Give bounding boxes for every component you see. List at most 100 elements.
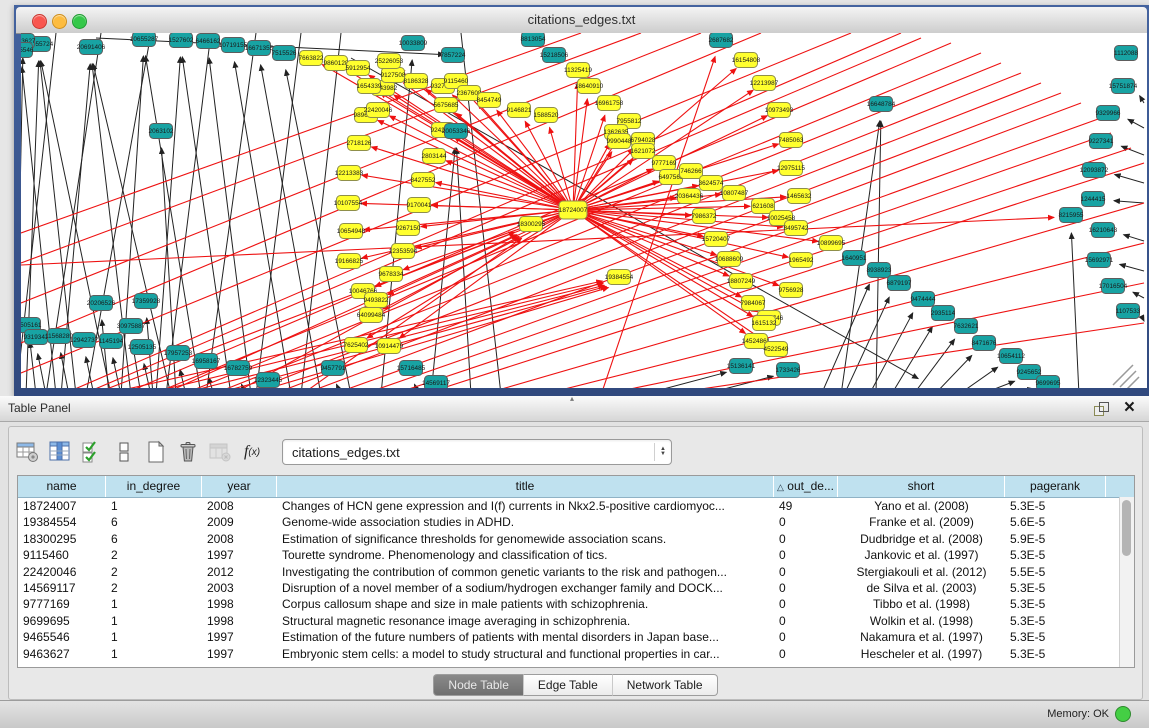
graph-node-label: 30975887: [117, 323, 146, 330]
select-rows-icon[interactable]: [79, 439, 105, 465]
row-height-icon[interactable]: [111, 439, 137, 465]
tab-network-table[interactable]: Network Table: [612, 674, 718, 696]
table-selector-dropdown[interactable]: citations_edges.txt ▲▼: [282, 439, 672, 465]
cell-title: Estimation of the future numbers of pati…: [277, 629, 774, 645]
cell-in_degree: 1: [106, 498, 202, 514]
cell-name: 9465546: [18, 629, 106, 645]
table-header-row[interactable]: namein_degreeyeartitle△ out_de...shortpa…: [18, 476, 1134, 498]
cell-title: Embryonic stem cells: a model to study s…: [277, 646, 774, 662]
graph-node-label: 10807487: [720, 190, 749, 197]
graph-node-label: 12975115: [777, 165, 805, 172]
graph-node-label: 12213383: [335, 170, 364, 177]
column-header-in_degree[interactable]: in_degree: [106, 476, 202, 497]
graph-node-label: 12323445: [254, 377, 283, 384]
cell-year: 1998: [202, 613, 277, 629]
graph-node-label: 9756928: [779, 287, 804, 294]
cell-in_degree: 1: [106, 613, 202, 629]
tab-edge-table[interactable]: Edge Table: [523, 674, 612, 696]
graph-node-label: 9127508: [381, 72, 406, 79]
column-header-out_de[interactable]: △ out_de...: [774, 476, 838, 497]
graph-node-label: 9329966: [1096, 110, 1121, 117]
column-header-short[interactable]: short: [838, 476, 1005, 497]
column-header-pagerank[interactable]: pagerank: [1005, 476, 1106, 497]
graph-node-label: 10973493: [765, 107, 794, 114]
cell-name: 9115460: [18, 547, 106, 563]
memory-status-label: Memory: OK: [1047, 708, 1109, 720]
column-header-year[interactable]: year: [202, 476, 277, 497]
splitter-handle-icon[interactable]: ▴: [570, 394, 574, 403]
cell-pagerank: 5.9E-5: [1005, 531, 1106, 547]
cell-out_de: 0: [774, 629, 838, 645]
resize-grip-icon[interactable]: [1113, 365, 1139, 388]
graph-node-label: 15716485: [397, 365, 426, 372]
graph-node-label: 8938923: [867, 267, 892, 274]
graph-node-label: 9457791: [321, 365, 346, 372]
graph-node-label: 9115460: [444, 78, 469, 85]
graph-node-label: 3624574: [699, 180, 724, 187]
table-panel-header[interactable]: Table Panel ▴ ×: [0, 396, 1149, 422]
cell-year: 2009: [202, 514, 277, 530]
graph-node-label: 9146821: [507, 107, 532, 114]
graph-node-label: 15751874: [1109, 83, 1138, 90]
table-row[interactable]: 1938455462009Genome-wide association stu…: [18, 514, 1134, 530]
create-column-icon[interactable]: [143, 439, 169, 465]
table-row[interactable]: 1456911722003Disruption of a novel membe…: [18, 580, 1134, 596]
graph-node-label: 1654339: [357, 83, 382, 90]
delete-column-icon[interactable]: [175, 439, 201, 465]
cell-year: 1997: [202, 646, 277, 662]
graph-node-label: 17016504: [1099, 283, 1128, 290]
graph-node-label: 10914479: [375, 343, 404, 350]
cell-short: Dudbridge et al. (2008): [838, 531, 1005, 547]
float-panel-icon[interactable]: [1094, 402, 1107, 415]
cell-title: Corpus callosum shape and size in male p…: [277, 596, 774, 612]
table-row[interactable]: 2242004622012Investigating the contribut…: [18, 564, 1134, 580]
tab-node-table[interactable]: Node Table: [433, 674, 523, 696]
table-row[interactable]: 969969511998Structural magnetic resonanc…: [18, 613, 1134, 629]
graph-node-label: 16648784: [867, 101, 896, 108]
scrollbar-thumb[interactable]: [1122, 500, 1131, 556]
cell-name: 19384554: [18, 514, 106, 530]
table-row[interactable]: 1872400712008Changes of HCN gene express…: [18, 498, 1134, 514]
network-canvas[interactable]: 1872400718300295193845542718126122133831…: [21, 33, 1147, 388]
graph-node-label: 20053346: [442, 128, 471, 135]
graph-node-label: 9245652: [1017, 369, 1042, 376]
graph-node-label: 621608: [752, 203, 774, 210]
table-toolbar: f(x) citations_edges.txt ▲▼: [15, 435, 1115, 469]
graph-node-label: 20691406: [77, 44, 106, 51]
node-table: namein_degreeyeartitle△ out_de...shortpa…: [17, 475, 1135, 668]
function-builder-icon[interactable]: f(x): [239, 439, 265, 465]
graph-node-label: 16958167: [192, 358, 221, 365]
table-mode-icon[interactable]: [15, 439, 41, 465]
cell-short: de Silva et al. (2003): [838, 580, 1005, 596]
column-header-title[interactable]: title: [277, 476, 774, 497]
cell-title: Disruption of a novel member of a sodium…: [277, 580, 774, 596]
graph-node-label: 10654112: [997, 353, 1025, 360]
window-titlebar[interactable]: citations_edges.txt: [16, 7, 1147, 34]
table-row[interactable]: 946362711997Embryonic stem cells: a mode…: [18, 646, 1134, 662]
cell-pagerank: 5.3E-5: [1005, 547, 1106, 563]
graph-node-label: 19166825: [335, 258, 364, 265]
close-panel-icon[interactable]: ×: [1124, 397, 1135, 419]
cell-short: Nakamura et al. (1997): [838, 629, 1005, 645]
graph-node-label: 2687682: [709, 37, 734, 44]
graph-node-label: 18807249: [727, 278, 756, 285]
cell-title: Tourette syndrome. Phenomenology and cla…: [277, 547, 774, 563]
table-row[interactable]: 946554611997Estimation of the future num…: [18, 629, 1134, 645]
memory-status-indicator[interactable]: [1115, 706, 1131, 722]
graph-node-label: 6466162: [196, 38, 221, 45]
table-row[interactable]: 1830029562008Estimation of significance …: [18, 531, 1134, 547]
vertical-scrollbar[interactable]: [1119, 497, 1134, 667]
graph-node-label: 16154808: [732, 57, 761, 64]
cell-in_degree: 1: [106, 596, 202, 612]
graph-node-label: 25226053: [375, 58, 404, 65]
graph-node-label: 16671355: [245, 45, 274, 52]
table-row[interactable]: 911546021997Tourette syndrome. Phenomeno…: [18, 547, 1134, 563]
show-columns-icon[interactable]: [47, 439, 73, 465]
graph-node-label: 2063102: [149, 128, 174, 135]
graph-node-label: 8495742: [784, 225, 809, 232]
table-row[interactable]: 977716911998Corpus callosum shape and si…: [18, 596, 1134, 612]
graph-node-label: 20364436: [675, 193, 704, 200]
cell-title: Genome-wide association studies in ADHD.: [277, 514, 774, 530]
graph-node-label: 18640910: [575, 83, 604, 90]
column-header-name[interactable]: name: [18, 476, 106, 497]
